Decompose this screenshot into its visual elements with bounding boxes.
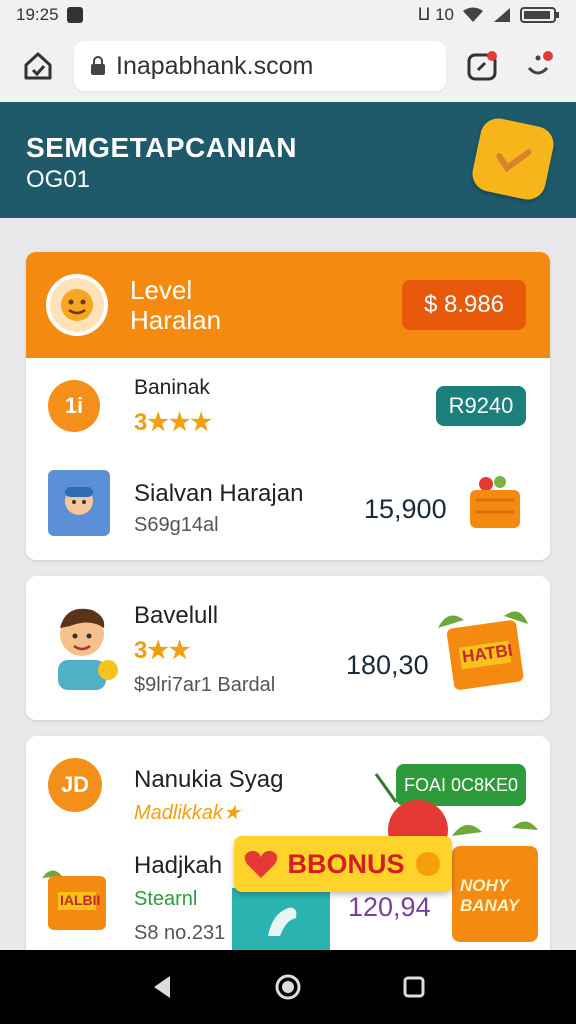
bonus-bag-icon: NOHY BANAY	[442, 816, 548, 946]
item-value: 120,94	[348, 892, 431, 922]
tabs-button[interactable]	[462, 46, 502, 86]
id-badge-icon: JD	[48, 758, 102, 812]
plant-icon	[268, 907, 297, 936]
gift-box-icon: IALBII	[38, 858, 114, 939]
lock-icon	[91, 56, 105, 75]
gift-box-label: IALBII	[60, 892, 101, 908]
level-header-text: Level Haralan	[130, 275, 221, 335]
notification-dot	[543, 51, 553, 61]
item-id: S8 no.231	[134, 922, 226, 944]
level-name: Haralan	[130, 305, 222, 335]
reward-badge-icon[interactable]	[469, 115, 557, 203]
status-bar: 19:25 ⵡ 10	[0, 0, 576, 30]
rank-badge-icon: 1i	[48, 380, 100, 432]
profile-avatar-icon	[48, 470, 110, 536]
status-time: 19:25	[16, 5, 59, 24]
bonus-label: BBONUS	[287, 848, 405, 879]
gift-bag-icon: HATBI	[430, 594, 536, 694]
home-icon	[24, 52, 52, 80]
level-label: Level	[130, 275, 193, 305]
menu-button[interactable]	[518, 46, 558, 86]
bonus-button[interactable]: BBONUS	[234, 836, 452, 892]
wifi-icon	[463, 7, 483, 22]
user-subtitle: $9lri7ar1 Bardal	[134, 674, 276, 696]
rating-stars: 3★★	[134, 637, 191, 664]
hero-subtitle: OG01	[26, 166, 91, 193]
sun-avatar-icon	[46, 274, 108, 336]
user-card[interactable]: Bavelull 3★★ $9lri7ar1 Bardal 180,30 HAT…	[26, 576, 550, 720]
system-nav-bar	[0, 950, 576, 1024]
heart-icon	[245, 850, 278, 878]
app-notification-icon	[66, 7, 83, 23]
item-value: 15,900	[364, 494, 447, 524]
rating-stars: 3★★★	[134, 409, 212, 436]
item-subtitle: Stearnl	[134, 888, 198, 910]
item-subtitle: Madlikkak★	[134, 802, 241, 824]
item-name: Hadjkah	[134, 852, 223, 879]
home-button[interactable]	[18, 46, 58, 86]
back-icon[interactable]	[150, 974, 174, 1000]
notification-dot	[487, 51, 497, 61]
level-card-header: Level Haralan $ 8.986	[26, 252, 550, 358]
list-item[interactable]: Sialvan Harajan S69g14al 15,900	[26, 464, 550, 544]
item-name: Sialvan Harajan	[134, 480, 304, 507]
coin-icon	[415, 852, 440, 876]
level-card: Level Haralan $ 8.986 1i Baninak 3★★★ R9…	[26, 252, 550, 560]
basket-icon	[464, 470, 526, 537]
browser-toolbar: Inapabhank.scom	[0, 30, 576, 102]
balance-pill[interactable]: $ 8.986	[402, 280, 526, 330]
battery-icon	[520, 7, 559, 23]
item-name: Nanukia Syag	[134, 766, 284, 793]
bonus-bag-label: NOHY BANAY	[460, 876, 520, 915]
hero-banner: SEMGETAPCANIAN OG01	[0, 102, 576, 218]
user-name: Bavelull	[134, 602, 219, 629]
user-value: 180,30	[346, 650, 429, 680]
address-bar[interactable]: Inapabhank.scom	[74, 41, 446, 91]
item-name: Baninak	[134, 376, 210, 399]
url-text: Inapabhank.scom	[116, 51, 314, 80]
game-tile[interactable]	[232, 888, 330, 950]
status-indicators: ⵡ 10	[418, 5, 560, 25]
hero-title: SEMGETAPCANIAN	[26, 132, 297, 163]
home-nav-icon[interactable]	[274, 973, 302, 1001]
user-avatar-icon	[46, 598, 120, 697]
item-subtitle: S69g14al	[134, 514, 219, 536]
signal-icon	[494, 8, 510, 22]
list-item[interactable]: 1i Baninak 3★★★ R9240	[26, 370, 550, 450]
recents-icon[interactable]	[402, 975, 426, 999]
status-indicator-text: ⵡ 10	[417, 5, 454, 24]
reward-pill[interactable]: R9240	[436, 386, 526, 426]
